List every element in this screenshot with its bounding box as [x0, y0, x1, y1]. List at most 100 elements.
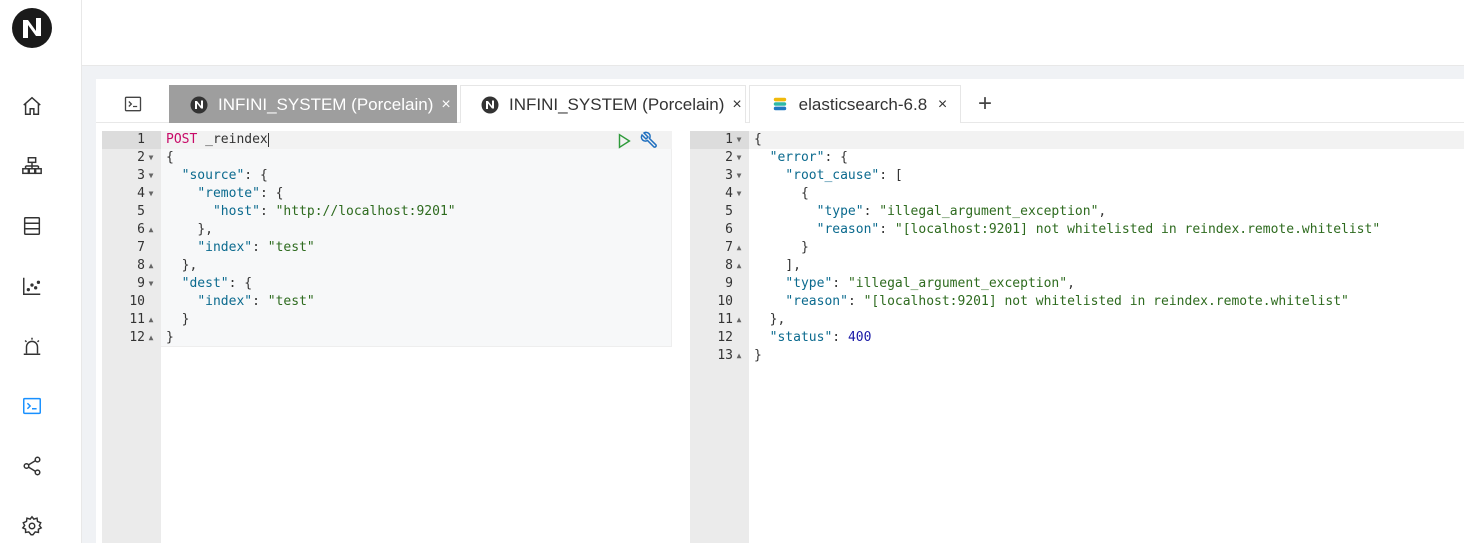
fold-collapse-icon[interactable]: ▼	[734, 131, 744, 149]
code-line-text: }	[754, 348, 762, 363]
close-icon[interactable]: ×	[441, 96, 450, 113]
line-number: 12	[690, 329, 749, 347]
fold-collapse-icon[interactable]: ▼	[146, 167, 156, 185]
code-line: "root_cause": [	[749, 167, 1464, 185]
fold-collapse-icon[interactable]: ▼	[146, 275, 156, 293]
settings-icon[interactable]	[18, 512, 46, 540]
fold-collapse-icon[interactable]: ▼	[734, 185, 744, 203]
code-line: "remote": {	[161, 185, 672, 203]
line-number-text: 3	[725, 168, 733, 183]
fold-expand-icon[interactable]: ▲	[146, 311, 156, 329]
tab-bar: INFINI_SYSTEM (Porcelain) × INFINI_SYSTE…	[96, 79, 1464, 123]
line-number: 10	[102, 293, 161, 311]
line-number-text: 2	[137, 150, 145, 165]
line-number-text: 8	[137, 258, 145, 273]
code-line-text: "host": "http://localhost:9201"	[212, 204, 456, 219]
line-number-text: 13	[717, 348, 733, 363]
tab-infini-system-2[interactable]: INFINI_SYSTEM (Porcelain) ×	[460, 85, 746, 123]
line-number-text: 11	[717, 312, 733, 327]
line-number: 3 ▼	[102, 167, 161, 185]
tab-infini-system-1[interactable]: INFINI_SYSTEM (Porcelain) ×	[169, 85, 457, 123]
line-number-text: 2	[725, 150, 733, 165]
close-icon[interactable]: ×	[935, 96, 950, 113]
line-number-text: 11	[129, 312, 145, 327]
code-line-text: "reason": "[localhost:9201] not whitelis…	[785, 294, 1349, 309]
line-number-text: 9	[137, 276, 145, 291]
insight-icon[interactable]	[18, 272, 46, 300]
line-number-text: 9	[725, 276, 733, 291]
code-line-text: "status": 400	[769, 330, 872, 345]
line-number: 12 ▲	[102, 329, 161, 347]
line-number: 2 ▼	[102, 149, 161, 167]
code-line-text: "remote": {	[197, 186, 284, 201]
line-number: 5	[690, 203, 749, 221]
code-line-text: },	[197, 222, 213, 237]
code-line: "error": {	[749, 149, 1464, 167]
fold-collapse-icon[interactable]: ▼	[146, 185, 156, 203]
code-line-text: }	[181, 312, 190, 327]
code-line-text: }	[166, 330, 174, 345]
line-number: 4 ▼	[102, 185, 161, 203]
code-line-text: }	[800, 240, 809, 255]
code-line: {	[749, 185, 1464, 203]
code-line: "status": 400	[749, 329, 1464, 347]
code-line: "type": "illegal_argument_exception",	[749, 203, 1464, 221]
code-line-text: "index": "test"	[197, 240, 315, 255]
response-gutter: 1 ▼ 2 ▼ 3 ▼ 4 ▼ 5 6 7 ▲ 8 ▲ 9 10 11 ▲ 12 13 ▲	[690, 131, 749, 543]
console-nav-icon[interactable]	[18, 392, 46, 420]
wrench-icon[interactable]	[640, 131, 660, 151]
code-line-text: "index": "test"	[197, 294, 315, 309]
line-number: 2 ▼	[690, 149, 749, 167]
fold-expand-icon[interactable]: ▲	[734, 257, 744, 275]
fold-expand-icon[interactable]: ▲	[734, 239, 744, 257]
cluster-icon[interactable]	[18, 152, 46, 180]
code-line-text: {	[754, 132, 762, 147]
response-code-area[interactable]: { "error": { "root_cause": [ { "type": "…	[749, 131, 1464, 543]
code-line: "type": "illegal_argument_exception",	[749, 275, 1464, 293]
fold-expand-icon[interactable]: ▲	[734, 311, 744, 329]
code-line-text: "source": {	[181, 168, 268, 183]
elasticsearch-icon	[772, 96, 789, 114]
code-line-text: {	[166, 150, 174, 165]
fold-collapse-icon[interactable]: ▼	[734, 167, 744, 185]
play-icon[interactable]	[614, 131, 634, 151]
home-icon[interactable]	[18, 92, 46, 120]
line-number-text: 8	[725, 258, 733, 273]
line-number: 9	[690, 275, 749, 293]
fold-collapse-icon[interactable]: ▼	[734, 149, 744, 167]
code-line: POST _reindex	[161, 131, 672, 149]
code-line-text: "type": "illegal_argument_exception",	[816, 204, 1107, 219]
code-line: }	[161, 311, 672, 329]
tab-label: INFINI_SYSTEM (Porcelain)	[509, 94, 725, 114]
infini-logo[interactable]	[11, 7, 53, 49]
line-number-text: 10	[717, 294, 733, 309]
response-editor[interactable]: 1 ▼ 2 ▼ 3 ▼ 4 ▼ 5 6 7 ▲ 8 ▲ 9 10 11 ▲ 12 13 ▲ { "error": { "…	[690, 131, 1464, 543]
line-number-text: 3	[137, 168, 145, 183]
fold-expand-icon[interactable]: ▲	[146, 329, 156, 347]
code-line-text: "root_cause": [	[785, 168, 903, 183]
tab-elasticsearch-6-8[interactable]: elasticsearch-6.8 ×	[749, 85, 961, 123]
line-number: 3 ▼	[690, 167, 749, 185]
code-line: "reason": "[localhost:9201] not whitelis…	[749, 293, 1464, 311]
fold-expand-icon[interactable]: ▲	[734, 347, 744, 365]
data-icon[interactable]	[18, 212, 46, 240]
add-tab-button[interactable]: +	[972, 90, 998, 117]
code-line: "index": "test"	[161, 293, 672, 311]
fold-collapse-icon[interactable]: ▼	[146, 149, 156, 167]
tab-label: INFINI_SYSTEM (Porcelain)	[218, 94, 434, 114]
line-number: 4 ▼	[690, 185, 749, 203]
gateway-icon[interactable]	[18, 452, 46, 480]
close-icon[interactable]: ×	[732, 96, 741, 113]
console-icon[interactable]	[122, 93, 144, 115]
line-number: 1	[102, 131, 161, 149]
line-number-text: 10	[129, 294, 145, 309]
request-code-area[interactable]: POST _reindex { "source": { "remote": { "…	[161, 131, 672, 543]
request-editor[interactable]: 1 2 ▼ 3 ▼ 4 ▼ 5 6 ▲ 7 8 ▲ 9 ▼ 10 11 ▲ 12 ▲ POST _reindex{ "…	[102, 131, 672, 543]
code-line-text: },	[769, 312, 786, 327]
fold-expand-icon[interactable]: ▲	[146, 221, 156, 239]
alerting-icon[interactable]	[18, 332, 46, 360]
fold-expand-icon[interactable]: ▲	[146, 257, 156, 275]
line-number-text: 5	[725, 204, 733, 219]
code-line-text: },	[181, 258, 198, 273]
code-line-text: "dest": {	[181, 276, 253, 291]
